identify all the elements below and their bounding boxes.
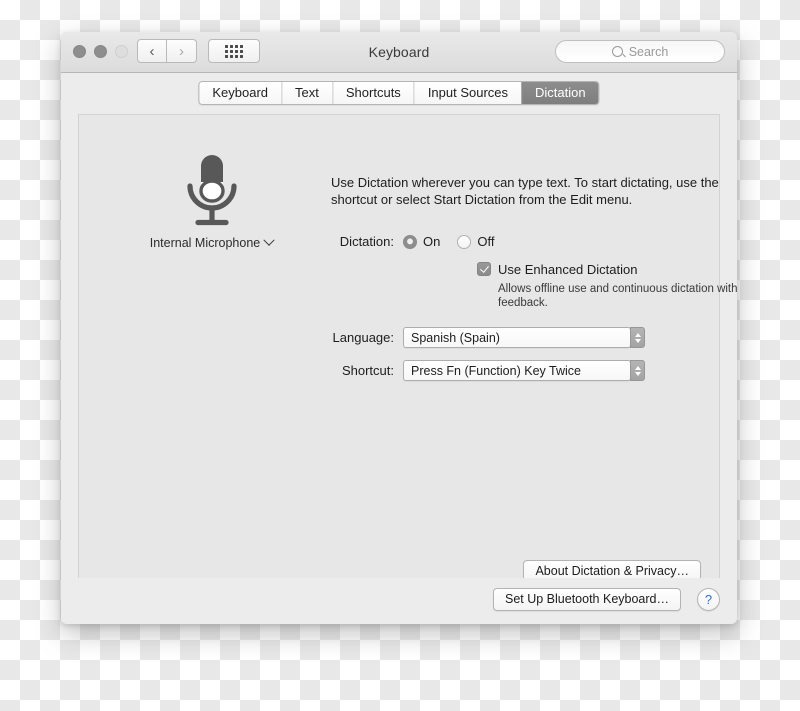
keyboard-preferences-window: ‹ › Keyboard Search Keyboard Text Shortc… [61,32,737,624]
microphone-label-row: Internal Microphone [149,234,275,250]
tab-shortcuts[interactable]: Shortcuts [331,82,414,104]
shortcut-value: Press Fn (Function) Key Twice [411,363,581,378]
microphone-selector[interactable]: Internal Microphone [124,153,299,252]
language-popup-button[interactable]: Spanish (Spain) [403,327,645,348]
radio-dictation-off-label: Off [477,234,495,249]
window-bottom-bar: Set Up Bluetooth Keyboard… ? [61,578,737,624]
help-button[interactable]: ? [697,588,720,611]
enhanced-dictation-texts: Use Enhanced Dictation Allows offline us… [498,261,737,310]
search-icon [611,46,623,57]
enhanced-dictation-label[interactable]: Use Enhanced Dictation [498,262,637,277]
tab-dictation[interactable]: Dictation [521,82,599,104]
shortcut-stepper-icon[interactable] [630,360,645,381]
tab-text[interactable]: Text [281,82,332,104]
search-field[interactable]: Search [555,40,725,63]
desktop-canvas: ‹ › Keyboard Search Keyboard Text Shortc… [0,0,800,711]
enhanced-dictation-sublabel: Allows offline use and continuous dictat… [498,283,737,309]
radio-dictation-on-label: On [423,234,441,249]
shortcut-label: Shortcut: [341,363,394,378]
radio-dictation-on[interactable] [403,234,417,249]
language-row: Language: Spanish (Spain) [306,327,645,348]
tab-segmented-control: Keyboard Text Shortcuts Input Sources Di… [198,81,600,105]
dictation-toggle-row: Dictation: On Off [306,234,511,249]
language-value: Spanish (Spain) [411,330,500,345]
microphone-icon [186,155,237,226]
tab-input-sources[interactable]: Input Sources [413,82,522,104]
shortcut-row: Shortcut: Press Fn (Function) Key Twice [306,360,645,381]
dictation-description: Use Dictation wherever you can type text… [331,175,719,207]
radio-dictation-off[interactable] [457,234,472,249]
enhanced-dictation-row: Use Enhanced Dictation Allows offline us… [477,261,737,310]
shortcut-popup-button[interactable]: Press Fn (Function) Key Twice [403,360,645,381]
window-titlebar: ‹ › Keyboard Search [61,32,737,73]
tab-bar: Keyboard Text Shortcuts Input Sources Di… [61,73,737,107]
dictation-label: Dictation: [339,234,394,249]
enhanced-dictation-checkbox[interactable] [477,262,491,276]
language-label: Language: [332,330,394,345]
language-stepper-icon[interactable] [630,327,645,348]
tab-keyboard[interactable]: Keyboard [199,82,282,104]
set-up-bluetooth-keyboard-button[interactable]: Set Up Bluetooth Keyboard… [493,588,681,611]
microphone-label: Internal Microphone [149,236,261,250]
dictation-settings-panel: Internal Microphone Use Dictation wherev… [78,114,737,601]
search-placeholder: Search [628,44,669,59]
chevron-down-icon [263,234,275,246]
